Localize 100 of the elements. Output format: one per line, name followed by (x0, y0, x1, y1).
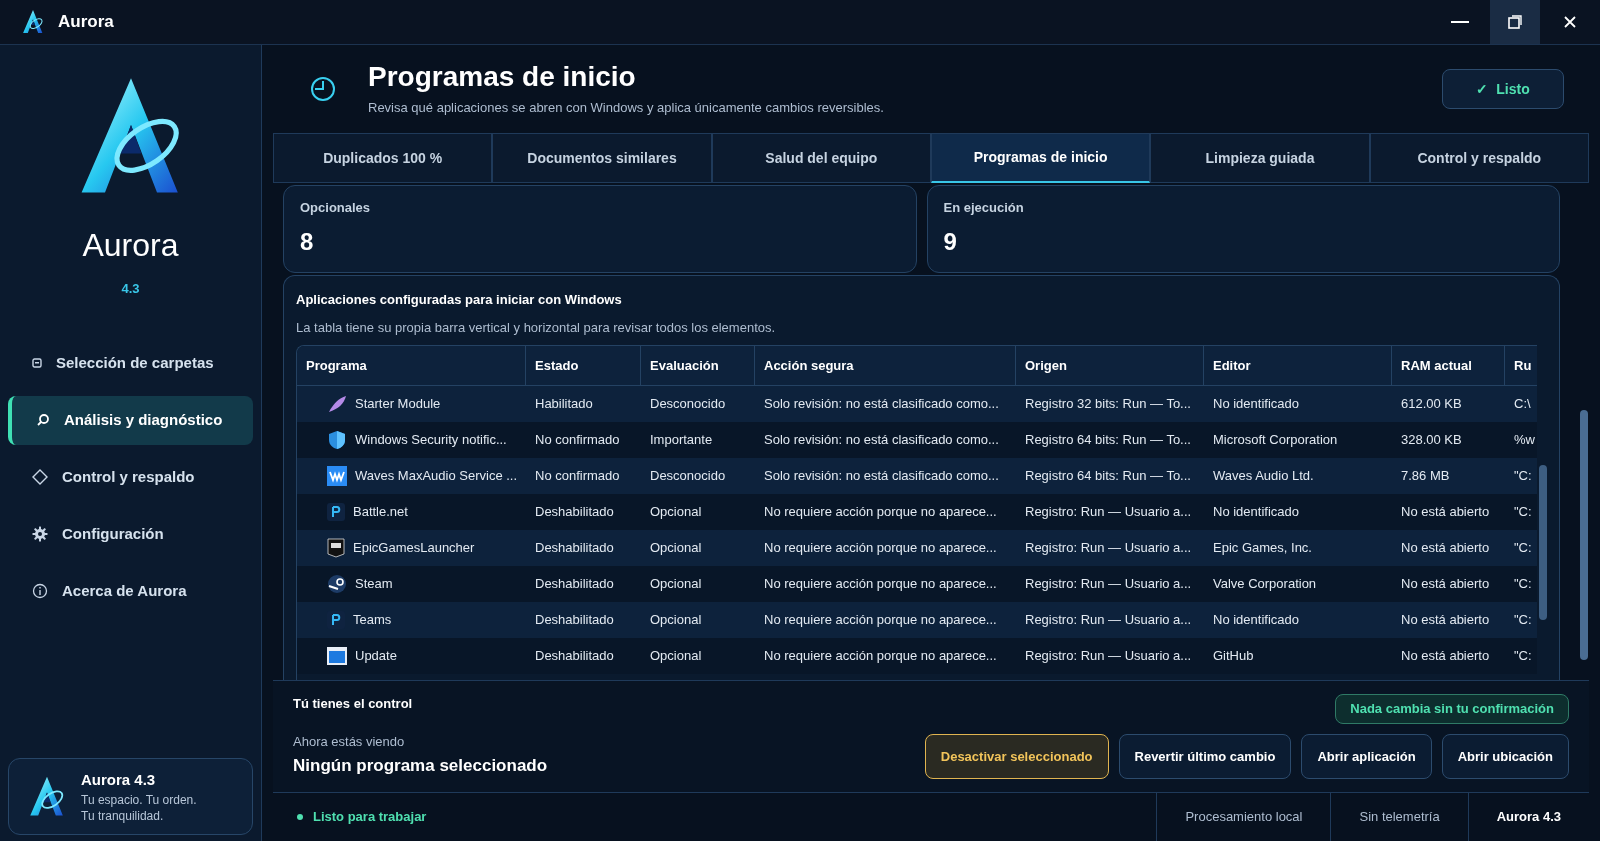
column-header[interactable]: Evaluación (641, 346, 755, 385)
tab[interactable]: Salud del equipo (711, 133, 931, 183)
status-button[interactable]: ✓ Listo (1442, 69, 1564, 109)
table-cell-text: %w (1514, 431, 1535, 450)
tab[interactable]: Programas de inicio (931, 133, 1151, 183)
table-scrollbar[interactable] (1539, 465, 1547, 620)
tab[interactable]: Limpieza guiada (1150, 133, 1370, 183)
table-cell-text: Epic Games, Inc. (1213, 539, 1312, 558)
stat-value: 9 (943, 226, 958, 257)
table-cell-text: 328.00 KB (1401, 431, 1462, 450)
table-cell-text: Deshabilitado (535, 647, 614, 666)
nav-item[interactable]: Acerca de Aurora (8, 566, 253, 616)
page-title: Programas de inicio (368, 60, 637, 95)
table-cell-text: Habilitado (535, 395, 593, 414)
action-title: Tú tienes el control (293, 695, 414, 714)
app-name: Aurora (82, 226, 179, 265)
column-header[interactable]: Programa (297, 346, 526, 385)
table-cell-text: No está abierto (1401, 575, 1490, 594)
table-cell-text: No identificado (1213, 503, 1299, 522)
table-cell-text: Update (355, 647, 397, 666)
about-tagline: Tu espacio. Tu orden. (81, 791, 197, 808)
status-item: Sin telemetría (1330, 793, 1468, 841)
action-button[interactable]: Desactivar seleccionado (924, 734, 1109, 779)
action-button[interactable]: Abrir aplicación (1301, 734, 1432, 779)
panel-title: Aplicaciones configuradas para iniciar con Windows (296, 291, 623, 309)
viewing-value: Ningún programa seleccionado (293, 755, 548, 778)
about-title: Aurora 4.3 (81, 770, 157, 791)
window-title: Aurora (58, 11, 114, 34)
table-cell-text: Solo revisión: no está clasificado como... (764, 431, 999, 450)
column-header[interactable]: Origen (1016, 346, 1204, 385)
square-icon (32, 358, 42, 368)
table-cell-text: Registro 32 bits: Run — To... (1025, 395, 1191, 414)
column-header[interactable]: Estado (526, 346, 641, 385)
maximize-button[interactable] (1490, 0, 1540, 44)
table-cell-text: Registro: Run — Usuario a... (1025, 647, 1192, 666)
status-item: Procesamiento local (1156, 793, 1331, 841)
tab[interactable]: Documentos similares (492, 133, 712, 183)
table-cell-text: Teams (353, 611, 392, 630)
table-cell-text: EpicGamesLauncher (353, 539, 475, 558)
about-tagline: Tu tranquilidad. (81, 807, 165, 824)
stat-label: En ejecución (943, 199, 1025, 217)
app-tile-icon (327, 503, 345, 521)
table-cell-text: Registro: Run — Usuario a... (1025, 503, 1192, 522)
table-cell-text: Opcional (650, 575, 702, 594)
nav-item[interactable]: Configuración (8, 509, 253, 559)
table-cell-text: Solo revisión: no está clasificado como... (764, 467, 999, 486)
table-cell-text: No requiere acción porque no aparece... (764, 539, 997, 558)
table-cell-text: No identificado (1213, 611, 1299, 630)
tab[interactable]: Control y respaldo (1369, 133, 1589, 183)
window-icon (327, 647, 347, 665)
table-cell-text: Deshabilitado (535, 539, 614, 558)
status-item: Aurora 4.3 (1467, 793, 1589, 841)
gear-icon (32, 526, 48, 542)
nav-item[interactable]: Análisis y diagnóstico (8, 395, 253, 445)
table-cell-text: Desconocido (650, 395, 726, 414)
table-cell-text: Registro: Run — Usuario a... (1025, 539, 1192, 558)
column-header[interactable]: Editor (1204, 346, 1392, 385)
feather-icon (327, 394, 347, 414)
column-header[interactable]: Ru (1505, 346, 1537, 385)
table-cell-text: No está abierto (1401, 647, 1490, 666)
nav-item[interactable]: Selección de carpetas (8, 338, 253, 388)
table-cell-text: Solo revisión: no está clasificado como... (764, 395, 999, 414)
minimize-icon (1451, 21, 1469, 23)
restore-icon (1508, 15, 1522, 29)
waveform-icon (327, 466, 347, 486)
nav-item[interactable]: Control y respaldo (8, 452, 253, 502)
search-icon (36, 413, 50, 427)
table-cell-text: "C: (1514, 467, 1532, 486)
table-cell-text: Registro 64 bits: Run — To... (1025, 431, 1191, 450)
table-cell-text: No requiere acción porque no aparece... (764, 611, 997, 630)
status-text: Listo para trabajar (313, 808, 427, 827)
steam-logo-icon (327, 574, 347, 594)
action-button[interactable]: Abrir ubicación (1441, 734, 1569, 779)
close-icon (1564, 16, 1576, 28)
table-cell-text: "C: (1514, 647, 1532, 666)
table-cell-text: C:\ (1514, 395, 1531, 414)
diamond-icon (32, 469, 48, 485)
page-scrollbar[interactable] (1580, 410, 1588, 660)
app-logo-icon (20, 9, 46, 35)
table-cell-text: Registro: Run — Usuario a... (1025, 575, 1192, 594)
table-cell-text: No está abierto (1401, 611, 1490, 630)
table-cell-text: Deshabilitado (535, 575, 614, 594)
info-icon (32, 583, 48, 599)
table-cell-text: "C: (1514, 611, 1532, 630)
tab[interactable]: Duplicados 100 % (273, 133, 493, 183)
table-cell-text: No identificado (1213, 395, 1299, 414)
table-cell-text: Battle.net (353, 503, 408, 522)
table-cell-text: No requiere acción porque no aparece... (764, 575, 997, 594)
column-header[interactable]: RAM actual (1392, 346, 1505, 385)
table-cell-text: Waves Audio Ltd. (1213, 467, 1314, 486)
column-header[interactable]: Acción segura (755, 346, 1016, 385)
table-cell-text: Opcional (650, 503, 702, 522)
action-button[interactable]: Revertir último cambio (1118, 734, 1292, 779)
stat-label: Opcionales (300, 199, 372, 217)
status-label: Listo (1496, 79, 1530, 99)
table-cell-text: Opcional (650, 539, 702, 558)
table-cell-text: Desconocido (650, 467, 726, 486)
panel-description: La tabla tiene su propia barra vertical y horizontal para revisar todos los elementos. (296, 318, 777, 337)
app-version: 4.3 (121, 280, 140, 298)
app-badge-icon (327, 538, 345, 558)
